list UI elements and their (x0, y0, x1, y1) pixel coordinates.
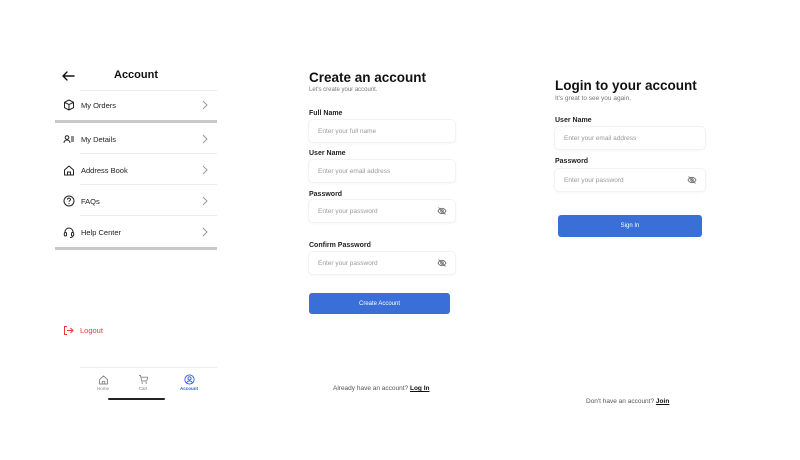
username-input[interactable] (309, 160, 455, 182)
section-divider (55, 247, 217, 250)
eye-off-icon[interactable] (437, 258, 447, 268)
password-field (309, 200, 455, 222)
tab-cart[interactable]: Cart (128, 374, 158, 391)
login-subtitle: It's great to see you again. (555, 95, 632, 102)
login-username-field (555, 127, 705, 149)
tab-label: Account (180, 386, 198, 391)
chevron-right-icon (202, 196, 208, 206)
account-screen: Account My Orders My Details Address Boo… (55, 60, 217, 405)
signup-screen: Create an account Let's create your acco… (309, 70, 459, 400)
page-title: Account (114, 69, 158, 81)
menu-item-label: Help Center (81, 227, 122, 237)
join-prompt-text: Don't have an account? (586, 398, 655, 405)
chevron-right-icon (202, 165, 208, 175)
menu-item-my-details[interactable]: My Details (55, 129, 217, 149)
login-username-input[interactable] (555, 127, 705, 149)
login-link[interactable]: Log In (410, 385, 430, 392)
username-field (309, 160, 455, 182)
confirm-password-input[interactable] (309, 252, 455, 274)
logout-label: Logout (80, 326, 103, 335)
tab-label: Cart (138, 386, 148, 391)
login-username-label: User Name (555, 117, 592, 124)
password-label: Password (309, 191, 343, 198)
chevron-right-icon (202, 227, 208, 237)
create-account-button[interactable]: Create Account (309, 293, 450, 314)
menu-item-help-center[interactable]: Help Center (55, 222, 217, 242)
menu-item-label: My Orders (81, 100, 117, 110)
password-input[interactable] (309, 200, 455, 222)
confirm-password-field (309, 252, 455, 274)
join-prompt: Don't have an account? Join (586, 398, 669, 405)
eye-off-icon[interactable] (437, 206, 447, 216)
menu-item-faqs[interactable]: FAQs (55, 191, 217, 211)
section-divider (55, 120, 217, 123)
tab-home[interactable]: Home (88, 374, 118, 391)
account-header: Account (55, 67, 217, 85)
login-password-field (555, 169, 705, 191)
sign-in-button[interactable]: Sign In (558, 215, 702, 237)
eye-off-icon[interactable] (687, 175, 697, 185)
menu-item-label: Address Book (81, 165, 128, 175)
box-icon (64, 99, 74, 111)
user-circle-icon (183, 374, 195, 385)
cart-icon (138, 375, 148, 384)
home-indicator (108, 398, 165, 400)
tab-label: Home (96, 386, 109, 391)
fullname-label: Full Name (309, 110, 343, 117)
question-circle-icon (63, 195, 75, 207)
bottom-tab-bar: Home Cart Account (80, 367, 217, 397)
divider (80, 153, 217, 154)
logout-button[interactable]: Logout (63, 325, 103, 336)
divider (80, 184, 217, 185)
signup-subtitle: Let's create your account. (309, 87, 378, 93)
login-screen: Login to your account It's great to see … (555, 78, 707, 408)
tab-account[interactable]: Account (174, 374, 204, 391)
menu-item-label: FAQs (81, 196, 100, 206)
divider (80, 215, 217, 216)
confirm-password-label: Confirm Password (309, 242, 371, 249)
chevron-right-icon (202, 100, 208, 110)
headset-icon (63, 227, 75, 238)
chevron-right-icon (202, 134, 208, 144)
login-password-input[interactable] (555, 169, 705, 191)
login-prompt-text: Already have an account? (333, 385, 409, 392)
join-link[interactable]: Join (656, 398, 669, 405)
fullname-field (309, 120, 455, 142)
house-icon (64, 165, 74, 176)
login-password-label: Password (555, 158, 589, 165)
divider (80, 90, 217, 91)
signup-title: Create an account (309, 70, 427, 85)
login-title: Login to your account (555, 78, 697, 93)
menu-item-label: My Details (81, 134, 117, 144)
logout-icon (64, 326, 74, 335)
id-card-icon (63, 135, 74, 144)
login-prompt: Already have an account? Log In (333, 385, 429, 392)
fullname-input[interactable] (309, 120, 455, 142)
menu-item-address-book[interactable]: Address Book (55, 160, 217, 180)
home-icon (98, 375, 108, 385)
menu-item-my-orders[interactable]: My Orders (55, 95, 217, 115)
username-label: User Name (309, 150, 346, 157)
